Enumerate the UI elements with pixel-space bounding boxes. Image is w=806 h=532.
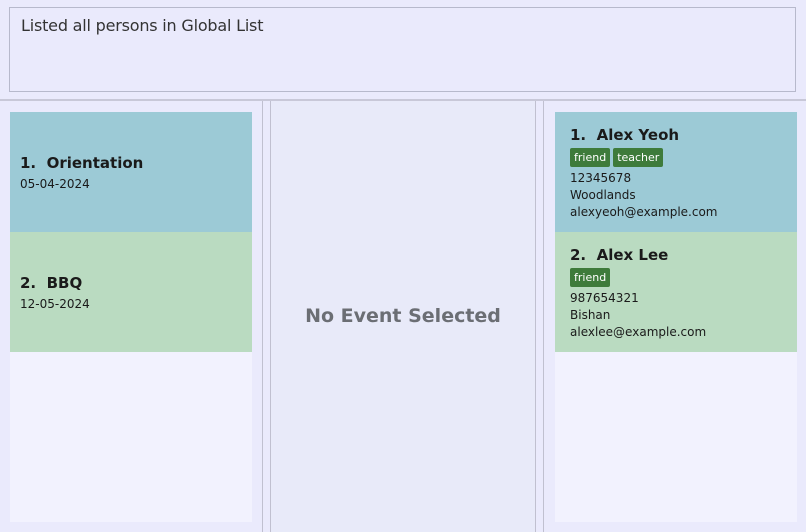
person-card[interactable]: 1. Alex Yeoh friend teacher 12345678 Woo…: [555, 112, 797, 232]
person-name: Alex Yeoh: [596, 126, 680, 144]
tag-list: friend: [570, 268, 611, 287]
event-date: 12-05-2024: [20, 297, 90, 311]
tag-list: friend teacher: [570, 148, 664, 167]
event-card[interactable]: 2. BBQ 12-05-2024: [10, 232, 252, 352]
event-index: 1.: [20, 154, 37, 172]
person-phone: 987654321: [570, 291, 639, 305]
person-title: 1. Alex Yeoh: [570, 126, 679, 144]
event-title: 2. BBQ: [20, 274, 82, 292]
event-list[interactable]: 1. Orientation 05-04-2024 2. BBQ 12-05-2…: [10, 112, 252, 522]
event-name: Orientation: [46, 154, 144, 172]
event-date: 05-04-2024: [20, 177, 90, 191]
person-name: Alex Lee: [596, 246, 669, 264]
event-name: BBQ: [46, 274, 83, 292]
person-list[interactable]: 1. Alex Yeoh friend teacher 12345678 Woo…: [555, 112, 797, 522]
event-list-panel: 1. Orientation 05-04-2024 2. BBQ 12-05-2…: [0, 101, 263, 532]
event-index: 2.: [20, 274, 37, 292]
event-card[interactable]: 1. Orientation 05-04-2024: [10, 112, 252, 232]
tag-teacher: teacher: [613, 148, 664, 167]
person-email: alexyeoh@example.com: [570, 205, 718, 219]
event-title: 1. Orientation: [20, 154, 143, 172]
tag-friend: friend: [570, 268, 611, 287]
result-message: Listed all persons in Global List: [21, 16, 264, 35]
event-detail-panel: No Event Selected: [270, 101, 536, 532]
person-card[interactable]: 2. Alex Lee friend 987654321 Bishan alex…: [555, 232, 797, 352]
person-address: Woodlands: [570, 188, 636, 202]
person-email: alexlee@example.com: [570, 325, 707, 339]
person-title: 2. Alex Lee: [570, 246, 668, 264]
person-phone: 12345678: [570, 171, 632, 185]
person-index: 2.: [570, 246, 587, 264]
result-display[interactable]: Listed all persons in Global List: [9, 7, 796, 92]
person-index: 1.: [570, 126, 587, 144]
person-address: Bishan: [570, 308, 611, 322]
tag-friend: friend: [570, 148, 611, 167]
no-event-selected-message: No Event Selected: [305, 305, 501, 327]
person-list-panel: 1. Alex Yeoh friend teacher 12345678 Woo…: [543, 101, 806, 532]
